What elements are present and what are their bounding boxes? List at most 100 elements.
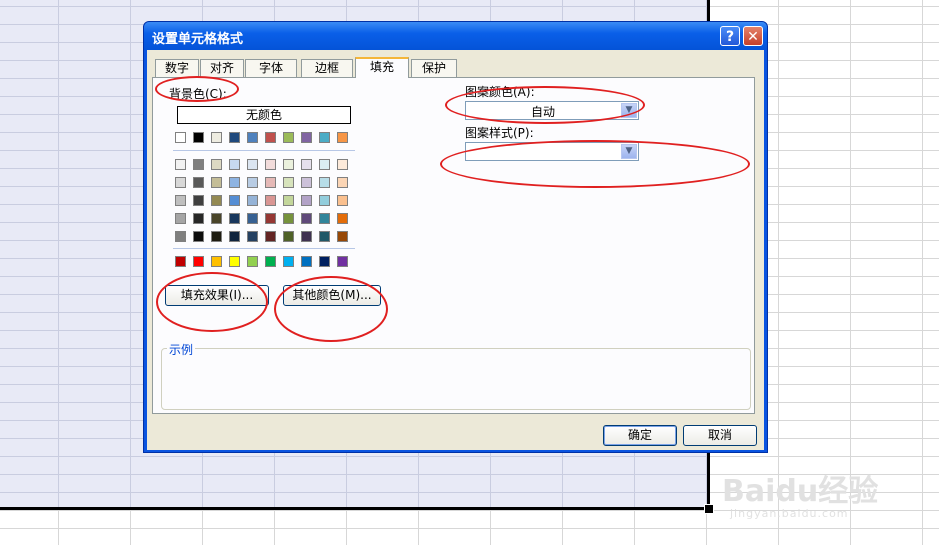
standard-color-swatch[interactable] <box>175 256 186 267</box>
standard-color-swatch[interactable] <box>229 256 240 267</box>
fill-effects-button[interactable]: 填充效果(I)... <box>165 285 269 306</box>
theme-shade-swatch[interactable] <box>175 213 186 224</box>
theme-shade-swatch[interactable] <box>193 195 204 206</box>
tab-border[interactable]: 边框 <box>301 59 353 77</box>
format-cells-dialog: 设置单元格格式 ? ✕ 数字 对齐 字体 边框 填充 保护 背景色(C): 无颜… <box>143 21 768 453</box>
sample-label: 示例 <box>167 341 196 358</box>
theme-shade-swatch[interactable] <box>283 195 294 206</box>
standard-color-swatch[interactable] <box>337 256 348 267</box>
theme-shade-swatch[interactable] <box>193 177 204 188</box>
theme-color-swatch[interactable] <box>247 132 258 143</box>
standard-color-swatch[interactable] <box>283 256 294 267</box>
theme-shade-swatch[interactable] <box>301 177 312 188</box>
chevron-down-icon[interactable]: ▼ <box>621 144 637 159</box>
theme-color-swatch[interactable] <box>301 132 312 143</box>
theme-shade-swatch[interactable] <box>319 231 330 242</box>
theme-shade-swatch[interactable] <box>301 213 312 224</box>
theme-shade-swatch[interactable] <box>319 213 330 224</box>
theme-shade-swatch[interactable] <box>337 177 348 188</box>
theme-color-swatch[interactable] <box>265 132 276 143</box>
tab-number[interactable]: 数字 <box>155 59 199 77</box>
theme-color-swatch[interactable] <box>229 132 240 143</box>
standard-color-swatch[interactable] <box>319 256 330 267</box>
theme-shade-swatch[interactable] <box>175 159 186 170</box>
standard-color-swatch[interactable] <box>265 256 276 267</box>
dialog-title: 设置单元格格式 <box>152 32 244 47</box>
theme-shade-swatch[interactable] <box>265 159 276 170</box>
theme-shade-swatch[interactable] <box>337 231 348 242</box>
theme-shade-swatch[interactable] <box>193 231 204 242</box>
sample-preview <box>161 348 751 410</box>
theme-shade-swatch[interactable] <box>301 195 312 206</box>
theme-shade-swatch[interactable] <box>319 159 330 170</box>
theme-shade-swatch[interactable] <box>211 231 222 242</box>
pattern-style-select[interactable]: ▼ <box>465 142 639 161</box>
theme-shade-swatch[interactable] <box>229 177 240 188</box>
theme-color-swatch[interactable] <box>193 132 204 143</box>
theme-color-swatch[interactable] <box>175 132 186 143</box>
theme-shade-swatch[interactable] <box>337 213 348 224</box>
theme-shade-swatch[interactable] <box>247 213 258 224</box>
theme-shade-swatch[interactable] <box>229 213 240 224</box>
standard-color-swatch[interactable] <box>193 256 204 267</box>
theme-shade-swatch[interactable] <box>175 231 186 242</box>
baidu-watermark: Baidu经验 <box>722 474 879 509</box>
theme-shade-swatch[interactable] <box>265 177 276 188</box>
help-button[interactable]: ? <box>720 26 740 46</box>
theme-shade-swatch[interactable] <box>247 159 258 170</box>
pattern-color-label: 图案颜色(A): <box>465 85 535 99</box>
theme-shade-swatch[interactable] <box>193 159 204 170</box>
theme-shade-swatch[interactable] <box>265 195 276 206</box>
theme-shade-swatch[interactable] <box>211 213 222 224</box>
theme-shade-swatch[interactable] <box>301 231 312 242</box>
background-color-label: 背景色(C): <box>169 87 227 101</box>
tab-font[interactable]: 字体 <box>245 59 297 77</box>
theme-shade-swatch[interactable] <box>247 231 258 242</box>
ok-button[interactable]: 确定 <box>603 425 677 446</box>
theme-color-swatch[interactable] <box>337 132 348 143</box>
theme-shade-swatch[interactable] <box>193 213 204 224</box>
standard-color-swatch[interactable] <box>247 256 258 267</box>
close-button[interactable]: ✕ <box>743 26 763 46</box>
theme-shade-swatch[interactable] <box>265 231 276 242</box>
standard-color-swatch[interactable] <box>301 256 312 267</box>
dialog-client-area: 数字 对齐 字体 边框 填充 保护 背景色(C): 无颜色 填充效果(I)...… <box>147 50 764 450</box>
standard-color-swatch[interactable] <box>211 256 222 267</box>
chevron-down-icon[interactable]: ▼ <box>621 103 637 118</box>
theme-shade-swatch[interactable] <box>265 213 276 224</box>
theme-shade-swatch[interactable] <box>211 177 222 188</box>
theme-color-swatch[interactable] <box>211 132 222 143</box>
theme-shade-swatch[interactable] <box>247 195 258 206</box>
theme-shade-swatch[interactable] <box>337 195 348 206</box>
more-colors-button[interactable]: 其他颜色(M)... <box>283 285 381 306</box>
theme-shade-swatch[interactable] <box>301 159 312 170</box>
theme-color-swatch[interactable] <box>319 132 330 143</box>
baidu-watermark-url: jingyan.baidu.com <box>730 507 849 520</box>
theme-shade-swatch[interactable] <box>229 159 240 170</box>
theme-shade-swatch[interactable] <box>211 159 222 170</box>
theme-shade-swatch[interactable] <box>283 177 294 188</box>
theme-shade-swatch[interactable] <box>337 159 348 170</box>
theme-shade-swatch[interactable] <box>283 231 294 242</box>
fill-handle[interactable] <box>704 504 714 514</box>
tab-fill[interactable]: 填充 <box>355 57 409 78</box>
theme-shade-swatch[interactable] <box>283 159 294 170</box>
tab-protection[interactable]: 保护 <box>411 59 457 77</box>
theme-shade-swatch[interactable] <box>175 195 186 206</box>
theme-shade-swatch[interactable] <box>247 177 258 188</box>
theme-shade-swatch[interactable] <box>175 177 186 188</box>
dialog-titlebar[interactable]: 设置单元格格式 ? ✕ <box>144 22 767 50</box>
pattern-color-select[interactable]: 自动 ▼ <box>465 101 639 120</box>
cancel-button[interactable]: 取消 <box>683 425 757 446</box>
tab-alignment[interactable]: 对齐 <box>200 59 244 77</box>
palette-separator <box>173 248 355 249</box>
no-color-button[interactable]: 无颜色 <box>177 106 351 124</box>
theme-shade-swatch[interactable] <box>319 195 330 206</box>
theme-shade-swatch[interactable] <box>229 195 240 206</box>
theme-shade-swatch[interactable] <box>229 231 240 242</box>
pattern-color-value: 自动 <box>530 105 555 119</box>
theme-color-swatch[interactable] <box>283 132 294 143</box>
theme-shade-swatch[interactable] <box>283 213 294 224</box>
theme-shade-swatch[interactable] <box>319 177 330 188</box>
theme-shade-swatch[interactable] <box>211 195 222 206</box>
